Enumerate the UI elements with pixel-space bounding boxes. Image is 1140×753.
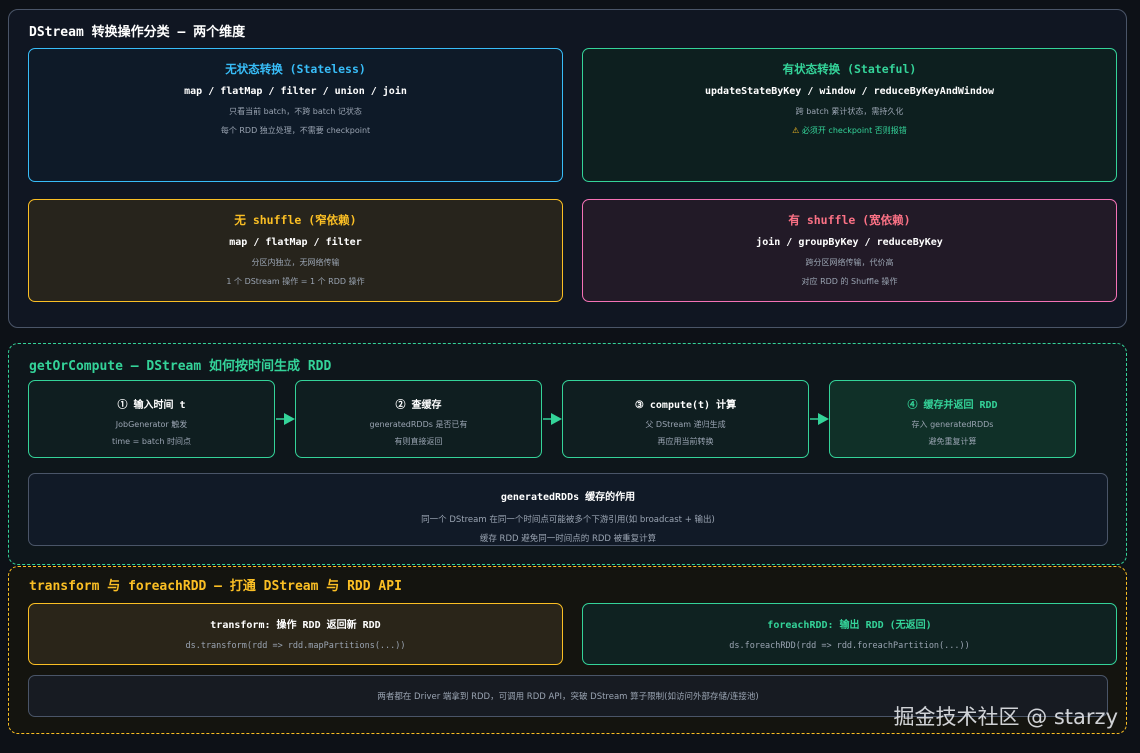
step-desc: 有则直接返回: [394, 437, 443, 446]
transform-card: transform: 操作 RDD 返回新 RDD ds.transform(r…: [28, 603, 563, 665]
step-input-time: ① 输入时间 t JobGenerator 触发 time = batch 时间…: [28, 380, 275, 458]
card-ops: map / flatMap / filter: [229, 237, 362, 248]
arrow-right-icon: [543, 413, 562, 425]
card-desc: 跨 batch 累计状态，需持久化: [795, 107, 904, 116]
section-title: getOrCompute — DStream 如何按时间生成 RDD: [29, 359, 332, 374]
card-ops: map / flatMap / filter / union / join: [184, 86, 407, 97]
stateful-card: 有状态转换 (Stateful) updateStateByKey / wind…: [582, 48, 1117, 182]
card-desc: 只看当前 batch，不跨 batch 记状态: [229, 107, 362, 116]
wide-dependency-card: 有 shuffle (宽依赖) join / groupByKey / redu…: [582, 199, 1117, 302]
card-desc: 每个 RDD 独立处理，不需要 checkpoint: [220, 126, 371, 135]
get-or-compute-section: getOrCompute — DStream 如何按时间生成 RDD ① 输入时…: [8, 343, 1127, 565]
card-desc: 1 个 DStream 操作 = 1 个 RDD 操作: [226, 277, 365, 286]
narrow-dependency-card: 无 shuffle (窄依赖) map / flatMap / filter 分…: [28, 199, 563, 302]
code-snippet: ds.foreachRDD(rdd => rdd.foreachPartitio…: [729, 641, 970, 651]
card-desc: 跨分区网络传输，代价高: [805, 258, 894, 267]
step-desc: 再应用当前转换: [657, 437, 714, 446]
code-snippet: ds.transform(rdd => rdd.mapPartitions(..…: [185, 641, 406, 651]
step-desc: JobGenerator 触发: [115, 420, 188, 429]
step-compute: ③ compute(t) 计算 父 DStream 递归生成 再应用当前转换: [562, 380, 809, 458]
step-desc: 存入 generatedRDDs: [911, 420, 994, 429]
card-title: transform: 操作 RDD 返回新 RDD: [210, 620, 381, 631]
transform-classification-section: DStream 转换操作分类 — 两个维度 无状态转换 (Stateless) …: [8, 9, 1127, 328]
step-desc: 避免重复计算: [928, 437, 977, 446]
step-title: ② 查缓存: [395, 400, 442, 411]
card-desc: 对应 RDD 的 Shuffle 操作: [801, 277, 898, 286]
step-desc: generatedRDDs 是否已有: [369, 420, 468, 429]
card-warning: ⚠ 必须开 checkpoint 否则报错: [583, 125, 1116, 136]
foreachrdd-card: foreachRDD: 输出 RDD (无返回) ds.foreachRDD(r…: [582, 603, 1117, 665]
step-title: ① 输入时间 t: [117, 400, 186, 411]
card-title: 有 shuffle (宽依赖): [788, 213, 911, 227]
step-check-cache: ② 查缓存 generatedRDDs 是否已有 有则直接返回: [295, 380, 542, 458]
card-title: foreachRDD: 输出 RDD (无返回): [767, 620, 932, 631]
arrow-right-icon: [276, 413, 295, 425]
watermark: 掘金技术社区 @ starzy: [893, 705, 1118, 729]
step-title: ④ 缓存并返回 RDD: [907, 400, 998, 411]
section-title: DStream 转换操作分类 — 两个维度: [29, 25, 246, 40]
info-desc: 同一个 DStream 在同一个时间点可能被多个下游引用(如 broadcast…: [421, 515, 715, 525]
step-desc: time = batch 时间点: [112, 437, 191, 446]
card-ops: join / groupByKey / reduceByKey: [756, 237, 943, 248]
warning-text: 必须开 checkpoint 否则报错: [801, 126, 907, 135]
arrow-right-icon: [810, 413, 829, 425]
card-title: 有状态转换 (Stateful): [782, 62, 917, 76]
warning-icon: ⚠: [792, 126, 800, 135]
info-desc: 缓存 RDD 避免同一时间点的 RDD 被重复计算: [479, 534, 657, 544]
section-title: transform 与 foreachRDD — 打通 DStream 与 RD…: [29, 579, 402, 594]
info-title: generatedRDDs 缓存的作用: [500, 492, 636, 503]
stateless-card: 无状态转换 (Stateless) map / flatMap / filter…: [28, 48, 563, 182]
step-title: ③ compute(t) 计算: [634, 400, 737, 411]
step-desc: 父 DStream 递归生成: [645, 420, 726, 429]
card-ops: updateStateByKey / window / reduceByKeyA…: [705, 86, 994, 97]
card-title: 无状态转换 (Stateless): [225, 62, 366, 76]
card-title: 无 shuffle (窄依赖): [234, 213, 357, 227]
card-desc: 分区内独立，无网络传输: [251, 258, 340, 267]
step-cache-return: ④ 缓存并返回 RDD 存入 generatedRDDs 避免重复计算: [829, 380, 1076, 458]
generated-rdds-info-box: generatedRDDs 缓存的作用 同一个 DStream 在同一个时间点可…: [28, 473, 1108, 546]
